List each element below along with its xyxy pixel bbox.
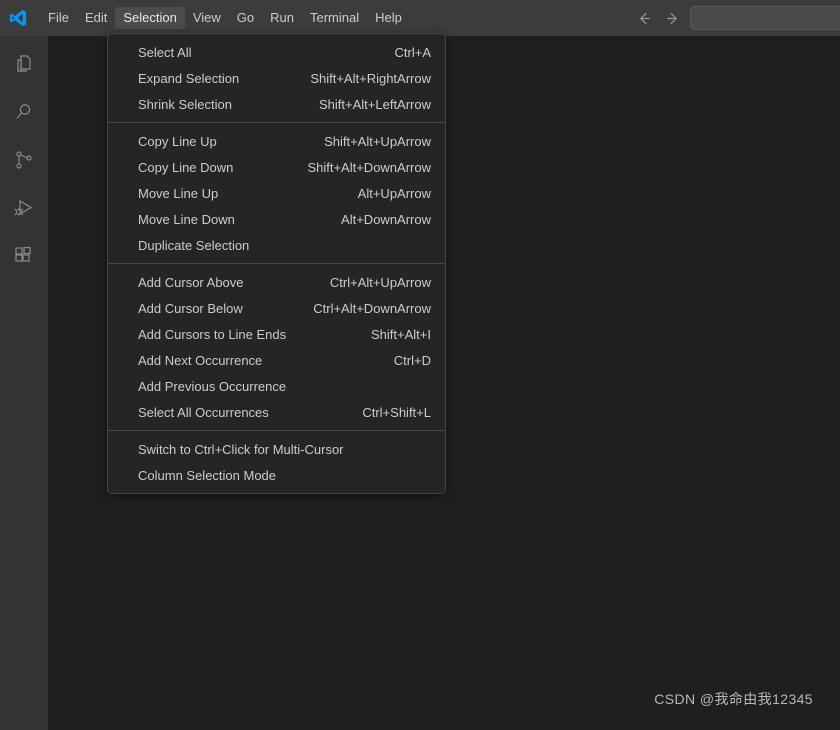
menu-item-label: Select All [138, 44, 192, 60]
menu-item-move-line-down[interactable]: Move Line Down Alt+DownArrow [108, 206, 445, 232]
command-center-input[interactable] [690, 6, 840, 30]
menu-item-label: Duplicate Selection [138, 237, 250, 253]
menu-item-copy-line-up[interactable]: Copy Line Up Shift+Alt+UpArrow [108, 128, 445, 154]
source-control-branch-icon [12, 148, 36, 177]
menu-item-label: Add Cursors to Line Ends [138, 326, 287, 342]
menu-item-keybinding: Shift+Alt+RightArrow [310, 70, 431, 86]
activity-item-run-and-debug[interactable] [0, 186, 48, 234]
search-icon [12, 100, 36, 129]
menu-item-keybinding: Alt+UpArrow [357, 185, 431, 201]
extensions-icon [12, 244, 36, 273]
menu-item-add-cursor-above[interactable]: Add Cursor Above Ctrl+Alt+UpArrow [108, 269, 445, 295]
menu-item-keybinding: Shift+Alt+LeftArrow [319, 96, 431, 112]
menu-item-label: Copy Line Up [138, 133, 217, 149]
arrow-left-icon[interactable] [630, 4, 658, 32]
menu-item-select-all[interactable]: Select All Ctrl+A [108, 39, 445, 65]
menu-item-add-cursors-to-line-ends[interactable]: Add Cursors to Line Ends Shift+Alt+I [108, 321, 445, 347]
menu-item-label: Select All Occurrences [138, 404, 269, 420]
menu-bar: File Edit Selection View Go Run Terminal… [40, 0, 410, 36]
menu-item-switch-to-ctrl-click-multi-cursor[interactable]: Switch to Ctrl+Click for Multi-Cursor [108, 436, 445, 462]
menu-item-label: Move Line Up [138, 185, 219, 201]
menu-item-label: Shrink Selection [138, 96, 232, 112]
menu-item-label: Add Next Occurrence [138, 352, 263, 368]
menu-separator [108, 263, 445, 264]
run-and-debug-icon [12, 196, 36, 225]
menu-item-select-all-occurrences[interactable]: Select All Occurrences Ctrl+Shift+L [108, 399, 445, 425]
menu-item-keybinding: Shift+Alt+I [371, 326, 431, 342]
menu-item-add-cursor-below[interactable]: Add Cursor Below Ctrl+Alt+DownArrow [108, 295, 445, 321]
activity-bar [0, 36, 48, 730]
menu-item-keybinding: Ctrl+Alt+DownArrow [313, 300, 431, 316]
menu-item-add-previous-occurrence[interactable]: Add Previous Occurrence [108, 373, 445, 399]
activity-item-explorer[interactable] [0, 42, 48, 90]
menu-item-duplicate-selection[interactable]: Duplicate Selection [108, 232, 445, 258]
menu-item-keybinding: Shift+Alt+UpArrow [324, 133, 431, 149]
menu-item-label: Add Cursor Above [138, 274, 244, 290]
menu-item-label: Add Cursor Below [138, 300, 243, 316]
activity-item-search[interactable] [0, 90, 48, 138]
menu-item-expand-selection[interactable]: Expand Selection Shift+Alt+RightArrow [108, 65, 445, 91]
vscode-window: File Edit Selection View Go Run Terminal… [0, 0, 840, 730]
menu-item-keybinding: Alt+DownArrow [341, 211, 431, 227]
menubar-item-view[interactable]: View [185, 7, 229, 29]
menubar-item-run[interactable]: Run [262, 7, 302, 29]
menu-item-keybinding: Ctrl+A [394, 44, 431, 60]
menubar-item-edit[interactable]: Edit [77, 7, 115, 29]
menu-separator [108, 430, 445, 431]
menu-item-keybinding: Ctrl+Alt+UpArrow [329, 274, 431, 290]
watermark-text: CSDN @我命由我12345 [654, 691, 813, 707]
menubar-item-file[interactable]: File [40, 7, 77, 29]
arrow-right-icon[interactable] [658, 4, 686, 32]
menubar-item-help[interactable]: Help [367, 7, 410, 29]
menu-item-add-next-occurrence[interactable]: Add Next Occurrence Ctrl+D [108, 347, 445, 373]
menu-item-label: Add Previous Occurrence [138, 378, 287, 394]
menu-item-copy-line-down[interactable]: Copy Line Down Shift+Alt+DownArrow [108, 154, 445, 180]
menu-item-column-selection-mode[interactable]: Column Selection Mode [108, 462, 445, 488]
explorer-files-icon [12, 52, 36, 81]
menu-item-label: Column Selection Mode [138, 467, 277, 483]
menu-item-label: Move Line Down [138, 211, 235, 227]
activity-item-extensions[interactable] [0, 234, 48, 282]
activity-item-source-control[interactable] [0, 138, 48, 186]
menubar-item-go[interactable]: Go [229, 7, 262, 29]
vscode-logo-icon [0, 0, 36, 36]
selection-dropdown-menu: Select All Ctrl+A Expand Selection Shift… [107, 33, 446, 494]
menu-item-keybinding: Ctrl+D [393, 352, 431, 368]
menu-item-keybinding: Ctrl+Shift+L [362, 404, 431, 420]
menu-separator [108, 122, 445, 123]
menu-item-move-line-up[interactable]: Move Line Up Alt+UpArrow [108, 180, 445, 206]
menu-item-label: Copy Line Down [138, 159, 234, 175]
navigation-controls [630, 0, 686, 36]
menubar-item-selection[interactable]: Selection [115, 7, 185, 29]
menu-item-label: Switch to Ctrl+Click for Multi-Cursor [138, 441, 344, 457]
menu-item-label: Expand Selection [138, 70, 240, 86]
title-bar: File Edit Selection View Go Run Terminal… [0, 0, 840, 36]
menu-item-keybinding: Shift+Alt+DownArrow [307, 159, 431, 175]
menu-item-shrink-selection[interactable]: Shrink Selection Shift+Alt+LeftArrow [108, 91, 445, 117]
menubar-item-terminal[interactable]: Terminal [302, 7, 367, 29]
